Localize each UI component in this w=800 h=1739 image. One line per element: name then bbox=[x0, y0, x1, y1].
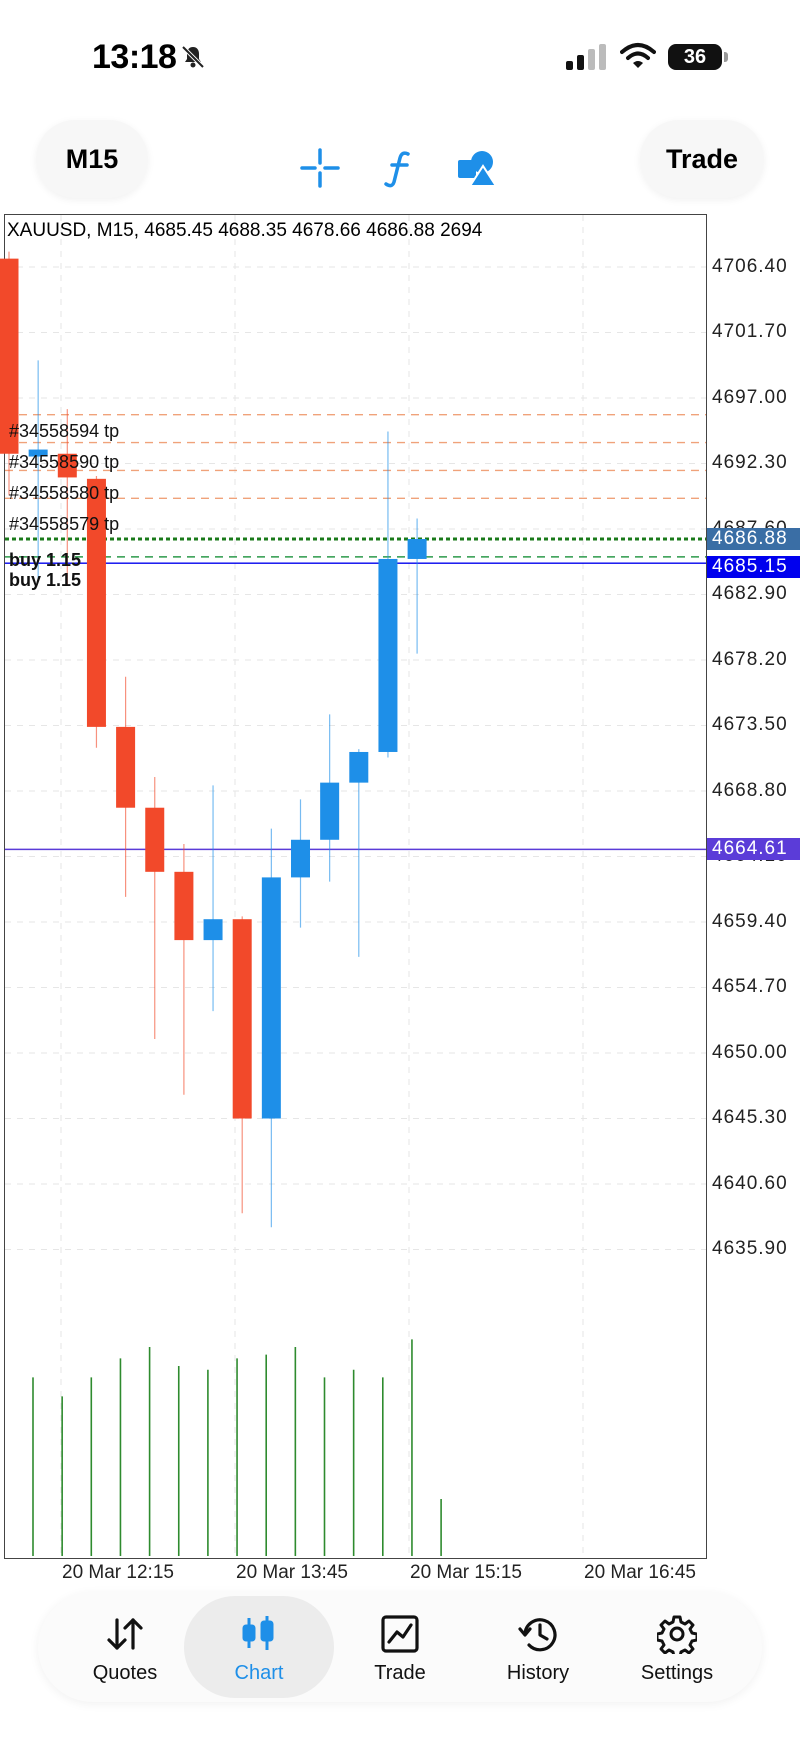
candle-body bbox=[378, 558, 398, 752]
y-axis-tick-label: 4650.00 bbox=[712, 1041, 788, 1063]
candle-body bbox=[174, 871, 194, 941]
y-axis-tick-label: 4701.70 bbox=[712, 321, 788, 343]
tab-history[interactable]: History bbox=[463, 1596, 613, 1698]
history-clock-icon bbox=[517, 1614, 559, 1659]
bottom-tab-bar: Quotes Chart Trade History Settings bbox=[38, 1592, 762, 1702]
tab-quotes[interactable]: Quotes bbox=[50, 1596, 200, 1698]
tp-order-label[interactable]: #34558594 tp bbox=[9, 421, 119, 442]
candle-body bbox=[407, 539, 427, 559]
tab-label-trade: Trade bbox=[374, 1662, 426, 1684]
tab-label-chart: Chart bbox=[234, 1662, 284, 1684]
candle-body bbox=[261, 877, 281, 1119]
trade-chart-icon bbox=[380, 1614, 420, 1659]
price-tag: 4685.15 bbox=[707, 556, 800, 579]
x-axis-tick-label: 20 Mar 13:45 bbox=[236, 1562, 348, 1583]
x-axis-tick-label: 20 Mar 16:45 bbox=[584, 1562, 696, 1583]
y-axis-tick-label: 4654.70 bbox=[712, 976, 788, 998]
candle-body bbox=[145, 807, 165, 872]
y-axis-tick-label: 4635.90 bbox=[712, 1238, 788, 1260]
y-axis-tick-label: 4640.60 bbox=[712, 1172, 788, 1194]
tab-label-history: History bbox=[506, 1662, 570, 1684]
tab-label-settings: Settings bbox=[640, 1662, 714, 1684]
y-axis-tick-label: 4673.50 bbox=[712, 714, 788, 736]
chart-ohlc-header: XAUUSD, M15, 4685.45 4688.35 4678.66 468… bbox=[7, 220, 483, 241]
price-tag: 4664.61 bbox=[707, 838, 800, 861]
candle-body bbox=[116, 726, 136, 808]
price-tag: 4686.88 bbox=[707, 528, 800, 551]
y-axis-tick-label: 4697.00 bbox=[712, 386, 788, 408]
x-axis-tick-label: 20 Mar 12:15 bbox=[62, 1562, 174, 1583]
tab-label-quotes: Quotes bbox=[92, 1662, 158, 1684]
y-axis-tick-label: 4678.20 bbox=[712, 648, 788, 670]
tab-chart[interactable]: Chart bbox=[184, 1596, 334, 1698]
x-axis-tick-label: 20 Mar 15:15 bbox=[410, 1562, 522, 1583]
chart-canvas bbox=[0, 215, 706, 1558]
candle-body bbox=[232, 919, 252, 1119]
tp-order-label[interactable]: #34558590 tp bbox=[9, 452, 119, 473]
y-axis-tick-label: 4706.40 bbox=[712, 256, 788, 277]
y-axis-tick-label: 4692.30 bbox=[712, 452, 788, 474]
candlestick-icon bbox=[239, 1614, 279, 1659]
candle-body bbox=[349, 751, 369, 783]
tp-order-label[interactable]: #34558579 tp bbox=[9, 514, 119, 535]
buy-position-label[interactable]: buy 1.15 bbox=[9, 570, 81, 591]
tab-trade[interactable]: Trade bbox=[325, 1596, 475, 1698]
buy-position-label[interactable]: buy 1.15 bbox=[9, 550, 81, 571]
candle-body bbox=[203, 919, 223, 941]
gear-icon bbox=[655, 1614, 699, 1659]
candle-body bbox=[291, 839, 310, 878]
y-axis-tick-label: 4668.80 bbox=[712, 779, 788, 801]
y-axis-tick-label: 4682.90 bbox=[712, 583, 788, 605]
quotes-arrows-icon bbox=[105, 1614, 145, 1659]
tp-order-label[interactable]: #34558580 tp bbox=[9, 483, 119, 504]
y-axis-tick-label: 4645.30 bbox=[712, 1107, 788, 1129]
y-axis-tick-label: 4659.40 bbox=[712, 910, 788, 932]
tab-settings[interactable]: Settings bbox=[602, 1596, 752, 1698]
candle-body bbox=[320, 782, 340, 840]
